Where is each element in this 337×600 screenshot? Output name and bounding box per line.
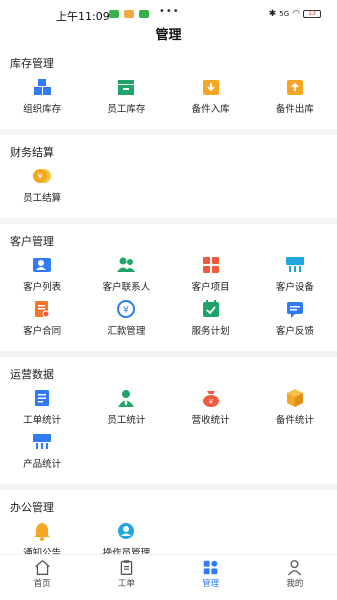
section-title: 办公管理: [10, 501, 54, 514]
parts-inbound-button[interactable]: 备件入库: [169, 77, 253, 121]
section-title: 财务结算: [10, 146, 54, 159]
section-title: 运营数据: [10, 368, 54, 381]
device-icon: [285, 257, 304, 272]
stacked-boxes-icon: [34, 79, 52, 95]
parts-outbound-button[interactable]: 备件出库: [253, 77, 337, 121]
bell-icon: [34, 523, 51, 541]
status-time: 上午11:09: [56, 10, 110, 23]
management-content[interactable]: 库存管理 组织库存 员工库存 备件入库 备件出库 财务结算 ¥ 员工结算 客户管…: [0, 46, 337, 554]
parts-stats-button[interactable]: 备件统计: [253, 388, 337, 432]
service-plan-button[interactable]: 服务计划: [169, 299, 253, 343]
contract-icon: [35, 301, 50, 318]
staff-settlement-button[interactable]: ¥ 员工结算: [0, 166, 84, 210]
revenue-stats-button[interactable]: ¥ 营收统计: [169, 388, 253, 432]
product-stats-icon: [33, 434, 52, 449]
tab-manage[interactable]: 管理: [169, 555, 253, 600]
operator-icon: [118, 523, 135, 539]
svg-text:¥: ¥: [124, 306, 130, 316]
remittance-icon: ¥: [117, 300, 136, 318]
wechat-notification-icon: [109, 10, 119, 18]
manage-icon: [203, 560, 218, 575]
chat-notification-icon: [139, 10, 149, 18]
customer-contracts-button[interactable]: 客户合同: [0, 299, 84, 343]
operator-management-button[interactable]: 操作员管理: [84, 521, 168, 554]
product-stats-button[interactable]: 产品统计: [0, 432, 84, 476]
person-icon: [288, 560, 302, 576]
parts-cube-icon: [286, 389, 303, 407]
customer-list-button[interactable]: 客户列表: [0, 255, 84, 299]
section-finance: 财务结算 ¥ 员工结算: [0, 135, 337, 224]
customer-projects-button[interactable]: 客户项目: [169, 255, 253, 299]
status-bar: 上午11:09 ••• ✱ 5G ◠ 13: [0, 0, 337, 24]
section-title: 客户管理: [10, 235, 54, 248]
customer-card-icon: [33, 258, 52, 272]
plan-icon: [202, 300, 219, 317]
feedback-icon: [286, 302, 303, 318]
remittance-management-button[interactable]: ¥ 汇款管理: [84, 299, 168, 343]
tab-home[interactable]: 首页: [0, 555, 84, 600]
tab-mine[interactable]: 我的: [253, 555, 337, 600]
employee-stats-button[interactable]: 员工统计: [84, 388, 168, 432]
box-in-icon: [202, 80, 219, 95]
customer-feedback-button[interactable]: 客户反馈: [253, 299, 337, 343]
contacts-icon: [117, 257, 136, 272]
battery-icon: 13: [303, 10, 321, 18]
box-out-icon: [286, 80, 303, 95]
workorder-stats-button[interactable]: 工单统计: [0, 388, 84, 432]
tab-workorder[interactable]: 工单: [84, 555, 168, 600]
section-inventory: 库存管理 组织库存 员工库存 备件入库 备件出库: [0, 46, 337, 135]
signal-icon: 5G: [279, 10, 290, 18]
section-office: 办公管理 通知公告 操作员管理: [0, 490, 337, 554]
svg-text:¥: ¥: [208, 398, 213, 406]
project-grid-icon: [202, 257, 219, 273]
page-title: 管理: [155, 28, 182, 43]
staff-inventory-button[interactable]: 员工库存: [84, 77, 168, 121]
customer-contacts-button[interactable]: 客户联系人: [84, 255, 168, 299]
section-title: 库存管理: [10, 57, 54, 70]
section-operations: 运营数据 工单统计 员工统计 ¥ 营收统计 备件统计 产品统计: [0, 357, 337, 490]
bluetooth-icon: ✱: [268, 9, 277, 19]
customer-devices-button[interactable]: 客户设备: [253, 255, 337, 299]
yen-coins-icon: ¥: [33, 169, 52, 183]
workorder-stats-icon: [35, 390, 50, 406]
org-inventory-button[interactable]: 组织库存: [0, 77, 84, 121]
revenue-bag-icon: ¥: [202, 391, 219, 407]
svg-text:¥: ¥: [38, 172, 43, 181]
clipboard-icon: [120, 560, 133, 575]
inbox-tray-icon: [118, 80, 135, 95]
employee-stats-icon: [118, 390, 135, 407]
message-notification-icon: [124, 10, 134, 18]
section-customers: 客户管理 客户列表 客户联系人 客户项目 客户设备 客户合同 ¥ 汇款管理 服务…: [0, 224, 337, 357]
announcements-button[interactable]: 通知公告: [0, 521, 84, 554]
home-icon: [34, 559, 50, 575]
wifi-icon: ◠: [292, 9, 300, 19]
bottom-tab-bar: 首页 工单 管理 我的: [0, 554, 337, 600]
more-notifications-icon: •••: [159, 6, 180, 17]
